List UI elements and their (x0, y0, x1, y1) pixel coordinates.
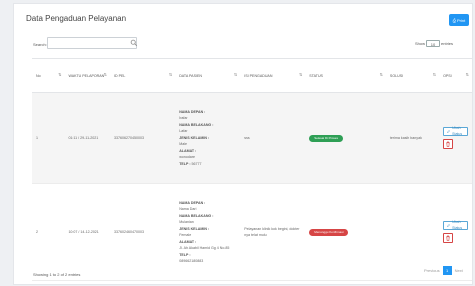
cell-id: 337602460470003 (109, 183, 176, 281)
next-page-link[interactable]: Next (455, 268, 463, 273)
column-header-isi[interactable]: ISI PENGADUAN ⇅ (240, 58, 306, 93)
cell-status: Selesai Di Proses (305, 92, 386, 184)
sort-icon: ⇅ (432, 72, 437, 77)
sort-icon: ⇅ (233, 72, 238, 77)
column-header-id[interactable]: ID PEL ⇅ (109, 58, 176, 93)
table-header-row: No ⇅ WAKTU PELAPORAN ⇅ ID PEL ⇅ DATA PASIEN… (32, 58, 472, 93)
cell-no: 1 (32, 92, 65, 184)
cell-pasien: NAMA DEPAN : Nama Dari NAMA BELAKANG : Mul… (175, 183, 241, 281)
column-header-waktu[interactable]: WAKTU PELAPORAN ⇅ (64, 58, 110, 93)
cell-waktu: 01:11 / 29-11-2021 (64, 92, 110, 184)
show-suffix: entries (441, 41, 454, 46)
show-prefix: Show (415, 41, 426, 46)
pagination: Previous 1 Next (424, 266, 463, 275)
page-length-control: Show 10 entries (415, 40, 453, 47)
sort-icon: ⇅ (168, 72, 173, 77)
table-row: 1 01:11 / 29-11-2021 337606270450003 NAM… (32, 92, 472, 184)
cell-isi: Pelayanan klinik kok begini, dokter nya … (240, 183, 306, 281)
sort-icon: ⇅ (298, 72, 303, 77)
cell-id: 337606270450003 (109, 92, 176, 184)
cell-status: Menunggu Konfirmasi (305, 183, 386, 281)
complaints-table: No ⇅ WAKTU PELAPORAN ⇅ ID PEL ⇅ DATA PASIEN… (32, 58, 472, 281)
column-header-pasien[interactable]: DATA PASIEN ⇅ (175, 58, 241, 93)
data-card: Data Pengaduan Pelayanan ⎙ Print Search:… (13, 3, 473, 285)
trash-icon (446, 235, 450, 241)
sort-icon: ⇅ (465, 72, 469, 77)
ubah-status-button[interactable]: Ubah Status (443, 125, 468, 137)
cell-solusi: terima kasih banyak (385, 92, 440, 184)
column-header-opsi[interactable]: OPSI ⇅ (439, 58, 472, 93)
sort-icon: ⇅ (379, 72, 383, 77)
edit-icon (447, 223, 451, 227)
delete-button[interactable] (443, 233, 454, 243)
search-input[interactable] (47, 37, 137, 49)
status-badge: Selesai Di Proses (309, 134, 343, 142)
cell-no: 2 (32, 183, 65, 281)
sort-icon: ⇅ (58, 72, 62, 77)
edit-icon (447, 129, 451, 133)
previous-page-link[interactable]: Previous (424, 268, 440, 273)
column-header-status[interactable]: STATUS ⇅ (305, 58, 386, 93)
print-icon: ⎙ (452, 17, 456, 23)
trash-icon (446, 141, 450, 147)
cell-pasien: NAMA DEPAN : Irafar NAMA BELAKANG : Lafar … (175, 92, 241, 184)
search-icon (130, 39, 138, 47)
page-title: Data Pengaduan Pelayanan (26, 14, 127, 23)
page-1-link[interactable]: 1 (442, 266, 452, 275)
ubah-status-label: Ubah Status (452, 125, 463, 137)
cell-opsi: Ubah Status (439, 92, 472, 184)
sort-icon: ⇅ (103, 72, 107, 77)
print-button[interactable]: ⎙ Print (449, 14, 469, 26)
cell-waktu: 10:07 / 14-12-2021 (64, 183, 110, 281)
table-row: 2 10:07 / 14-12-2021 337602460470003 NAM… (32, 183, 472, 281)
column-header-solusi[interactable]: SOLUSI ⇅ (385, 58, 440, 93)
table-info: Showing 1 to 2 of 2 entries (33, 272, 81, 277)
delete-button[interactable] (443, 139, 454, 149)
status-badge: Menunggu Konfirmasi (309, 228, 349, 236)
cell-isi: sss (240, 92, 306, 184)
column-header-no[interactable]: No ⇅ (32, 58, 65, 93)
page-length-value: 10 (430, 42, 436, 47)
ubah-status-label: Ubah Status (452, 219, 463, 231)
search-label: Search: (33, 42, 47, 47)
page-length-select[interactable]: 10 (426, 40, 441, 47)
ubah-status-button[interactable]: Ubah Status (443, 219, 468, 231)
print-label: Print (456, 17, 466, 23)
